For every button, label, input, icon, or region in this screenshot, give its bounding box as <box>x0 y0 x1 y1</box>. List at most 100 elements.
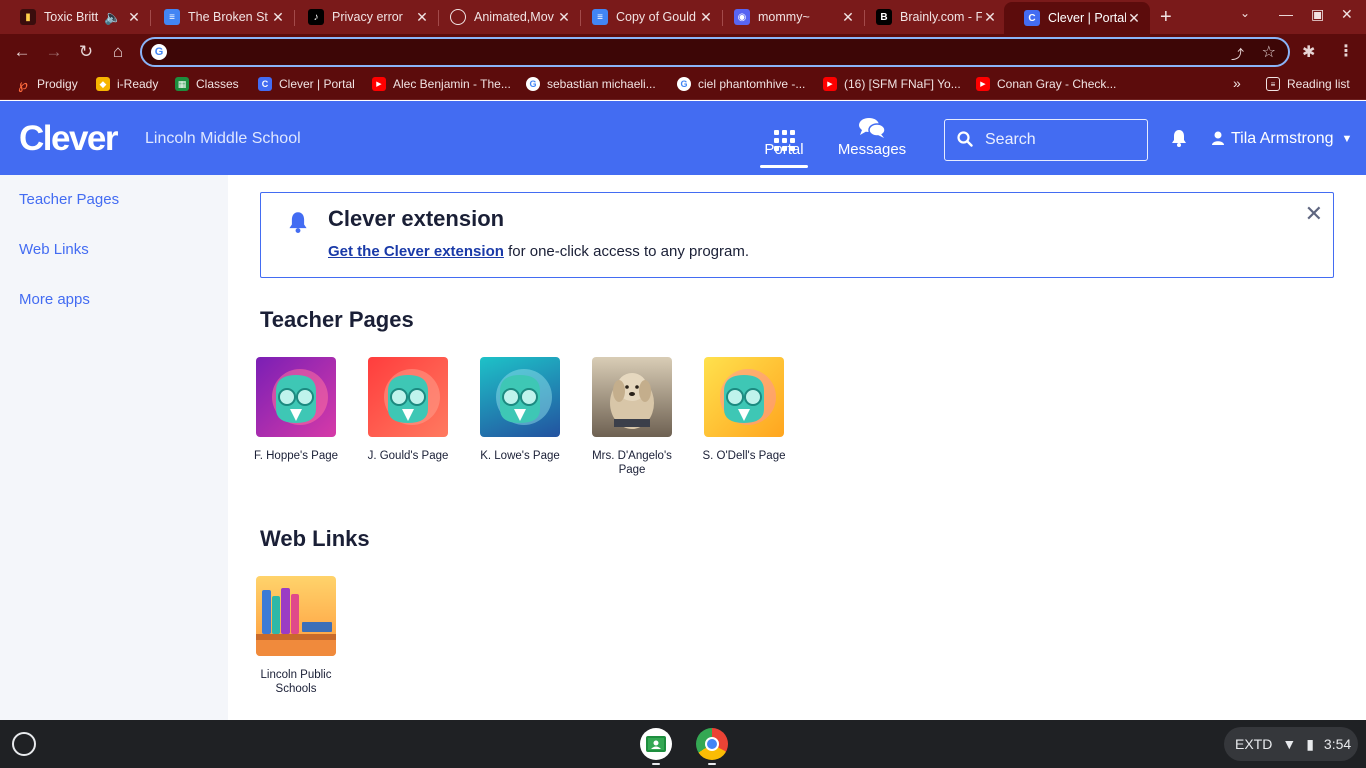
sidebar-item-more-apps[interactable]: More apps <box>19 291 90 308</box>
reload-icon[interactable]: ↻ <box>74 40 98 64</box>
app-tile[interactable]: K. Lowe's Page <box>470 357 570 463</box>
close-icon[interactable]: ✕ <box>840 9 856 26</box>
close-icon[interactable]: ✕ <box>270 9 286 26</box>
section-title-web-links: Web Links <box>260 526 370 551</box>
close-icon[interactable]: ✕ <box>982 9 998 26</box>
bookmark-alec-benjamin[interactable]: ▶ Alec Benjamin - The... <box>372 77 511 91</box>
reading-list-icon: ≡ <box>1266 77 1280 91</box>
forward-arrow-icon[interactable]: → <box>42 40 66 64</box>
tab-search-chevron-icon[interactable]: ⌄ <box>1240 6 1250 20</box>
bookmarks-bar: ℘ Prodigy ◆ i-Ready ▦ Classes C Clever |… <box>0 70 1366 100</box>
brainly-icon: B <box>876 9 892 25</box>
address-bar[interactable]: G ⤴ ☆ <box>140 37 1290 67</box>
speaker-icon[interactable]: 🔈 <box>104 9 121 26</box>
back-arrow-icon[interactable]: ← <box>10 40 34 64</box>
bookmark-sebastian[interactable]: G sebastian michaeli... <box>526 77 656 91</box>
address-input[interactable] <box>174 42 1214 62</box>
app-tile[interactable]: J. Gould's Page <box>358 357 458 463</box>
grid-icon <box>760 117 808 151</box>
minimize-icon[interactable]: — <box>1279 6 1293 22</box>
browser-toolbar: ← → ↻ ⌂ G ⤴ ☆ ✱ ⋮ <box>0 34 1366 70</box>
library-books-icon <box>256 576 336 656</box>
owl-logo-icon <box>368 357 448 437</box>
caret-down-icon: ▼ <box>1341 133 1353 145</box>
google-icon: G <box>526 77 540 91</box>
tab-copy-of-gould[interactable]: ≡ Copy of Gould ✕ <box>572 2 723 32</box>
classroom-icon: ▦ <box>175 77 189 91</box>
tab-animated-mov[interactable]: Animated,Mov ✕ <box>430 2 581 32</box>
share-icon[interactable]: ⤴ <box>1231 44 1244 63</box>
bookmark-sfm-fnaf[interactable]: ▶ (16) [SFM FNaF] Yo... <box>823 77 961 91</box>
tab-toxic-britt[interactable]: ▮ Toxic Britt 🔈 ✕ <box>0 2 151 32</box>
close-icon[interactable]: ✕ <box>1305 201 1323 227</box>
maximize-icon[interactable]: ▣ <box>1311 6 1324 23</box>
close-icon[interactable]: ✕ <box>698 9 714 26</box>
chrome-icon[interactable] <box>696 728 728 760</box>
banner-body-text: for one-click access to any program. <box>503 243 750 260</box>
reading-list-button[interactable]: ≡ Reading list <box>1266 77 1350 91</box>
extensions-puzzle-icon[interactable]: ✱ <box>1302 42 1315 62</box>
notifications-bell-icon[interactable] <box>1171 129 1187 152</box>
app-tile[interactable]: Mrs. D'Angelo's Page <box>582 357 682 477</box>
new-tab-button[interactable]: + <box>1160 6 1172 29</box>
bookmark-clever-portal[interactable]: C Clever | Portal <box>258 77 355 91</box>
clever-icon: C <box>1024 10 1040 26</box>
sidebar: Teacher Pages Web Links More apps <box>0 175 228 720</box>
bookmark-classes[interactable]: ▦ Classes <box>175 77 239 91</box>
app-tile[interactable]: F. Hoppe's Page <box>246 357 346 463</box>
youtube-icon: ▶ <box>823 77 837 91</box>
user-menu[interactable]: Tila Armstrong ▼ <box>1212 130 1352 148</box>
search-box[interactable] <box>944 119 1148 161</box>
close-icon[interactable]: ✕ <box>126 9 142 26</box>
browser-tab-strip: ▮ Toxic Britt 🔈 ✕ ≡ The Broken St ✕ ♪ Pr… <box>0 0 1366 34</box>
clock: 3:54 <box>1323 736 1352 752</box>
bookmarks-overflow-button[interactable]: » <box>1233 75 1241 91</box>
running-indicator <box>708 763 716 765</box>
chrome-center <box>705 737 719 751</box>
bookmark-conan-gray[interactable]: ▶ Conan Gray - Check... <box>976 77 1116 91</box>
sidebar-item-teacher-pages[interactable]: Teacher Pages <box>19 191 119 208</box>
youtube-icon: ▶ <box>976 77 990 91</box>
bookmark-star-icon[interactable]: ☆ <box>1262 42 1276 62</box>
main-content: Clever extension Get the Clever extensio… <box>228 175 1366 720</box>
nav-messages[interactable]: Messages <box>834 117 910 158</box>
search-icon <box>957 131 973 152</box>
home-icon[interactable]: ⌂ <box>106 40 130 64</box>
bookmark-iready[interactable]: ◆ i-Ready <box>96 77 158 91</box>
window-close-icon[interactable]: ✕ <box>1341 6 1353 23</box>
launcher-icon[interactable] <box>12 732 36 756</box>
tab-privacy-error[interactable]: ♪ Privacy error ✕ <box>288 2 439 32</box>
app-tile[interactable]: S. O'Dell's Page <box>694 357 794 463</box>
tab-broken-st[interactable]: ≡ The Broken St ✕ <box>144 2 295 32</box>
discord-icon: ◉ <box>734 9 750 25</box>
bell-icon <box>288 211 308 239</box>
clever-icon: C <box>258 77 272 91</box>
active-nav-underline <box>760 165 808 168</box>
app-tile[interactable]: Lincoln Public Schools <box>246 576 346 696</box>
owl-logo-icon <box>704 357 784 437</box>
chat-bubbles-icon <box>834 117 910 141</box>
close-icon[interactable]: ✕ <box>414 9 430 26</box>
tab-brainly[interactable]: B Brainly.com - F ✕ <box>856 2 1006 32</box>
user-icon <box>1212 131 1224 148</box>
browser-menu-icon[interactable]: ⋮ <box>1338 41 1354 61</box>
youtube-icon: ▶ <box>372 77 386 91</box>
get-extension-link[interactable]: Get the Clever extension <box>328 243 504 260</box>
tab-mommy[interactable]: ◉ mommy~ ✕ <box>714 2 865 32</box>
extension-banner: Clever extension Get the Clever extensio… <box>260 192 1334 278</box>
bookmark-ciel[interactable]: G ciel phantomhive -... <box>677 77 805 91</box>
tab-clever-portal[interactable]: C Clever | Portal ✕ <box>1004 2 1150 34</box>
clever-logo[interactable]: Clever <box>19 119 119 159</box>
nav-portal[interactable]: Portal <box>760 117 808 168</box>
bookmark-prodigy[interactable]: ℘ Prodigy <box>16 75 78 92</box>
waveform-icon: ▮ <box>20 9 36 25</box>
status-tray[interactable]: EXTD ▼ ▮ 3:54 <box>1224 727 1358 761</box>
close-icon[interactable]: ✕ <box>1126 10 1142 27</box>
google-classroom-icon[interactable] <box>640 728 672 760</box>
banner-body: Get the Clever extension for one-click a… <box>328 243 749 260</box>
prodigy-icon: ℘ <box>18 75 28 92</box>
sidebar-item-web-links[interactable]: Web Links <box>19 241 89 258</box>
close-icon[interactable]: ✕ <box>556 9 572 26</box>
school-name: Lincoln Middle School <box>145 130 301 147</box>
search-input[interactable] <box>985 130 1135 150</box>
